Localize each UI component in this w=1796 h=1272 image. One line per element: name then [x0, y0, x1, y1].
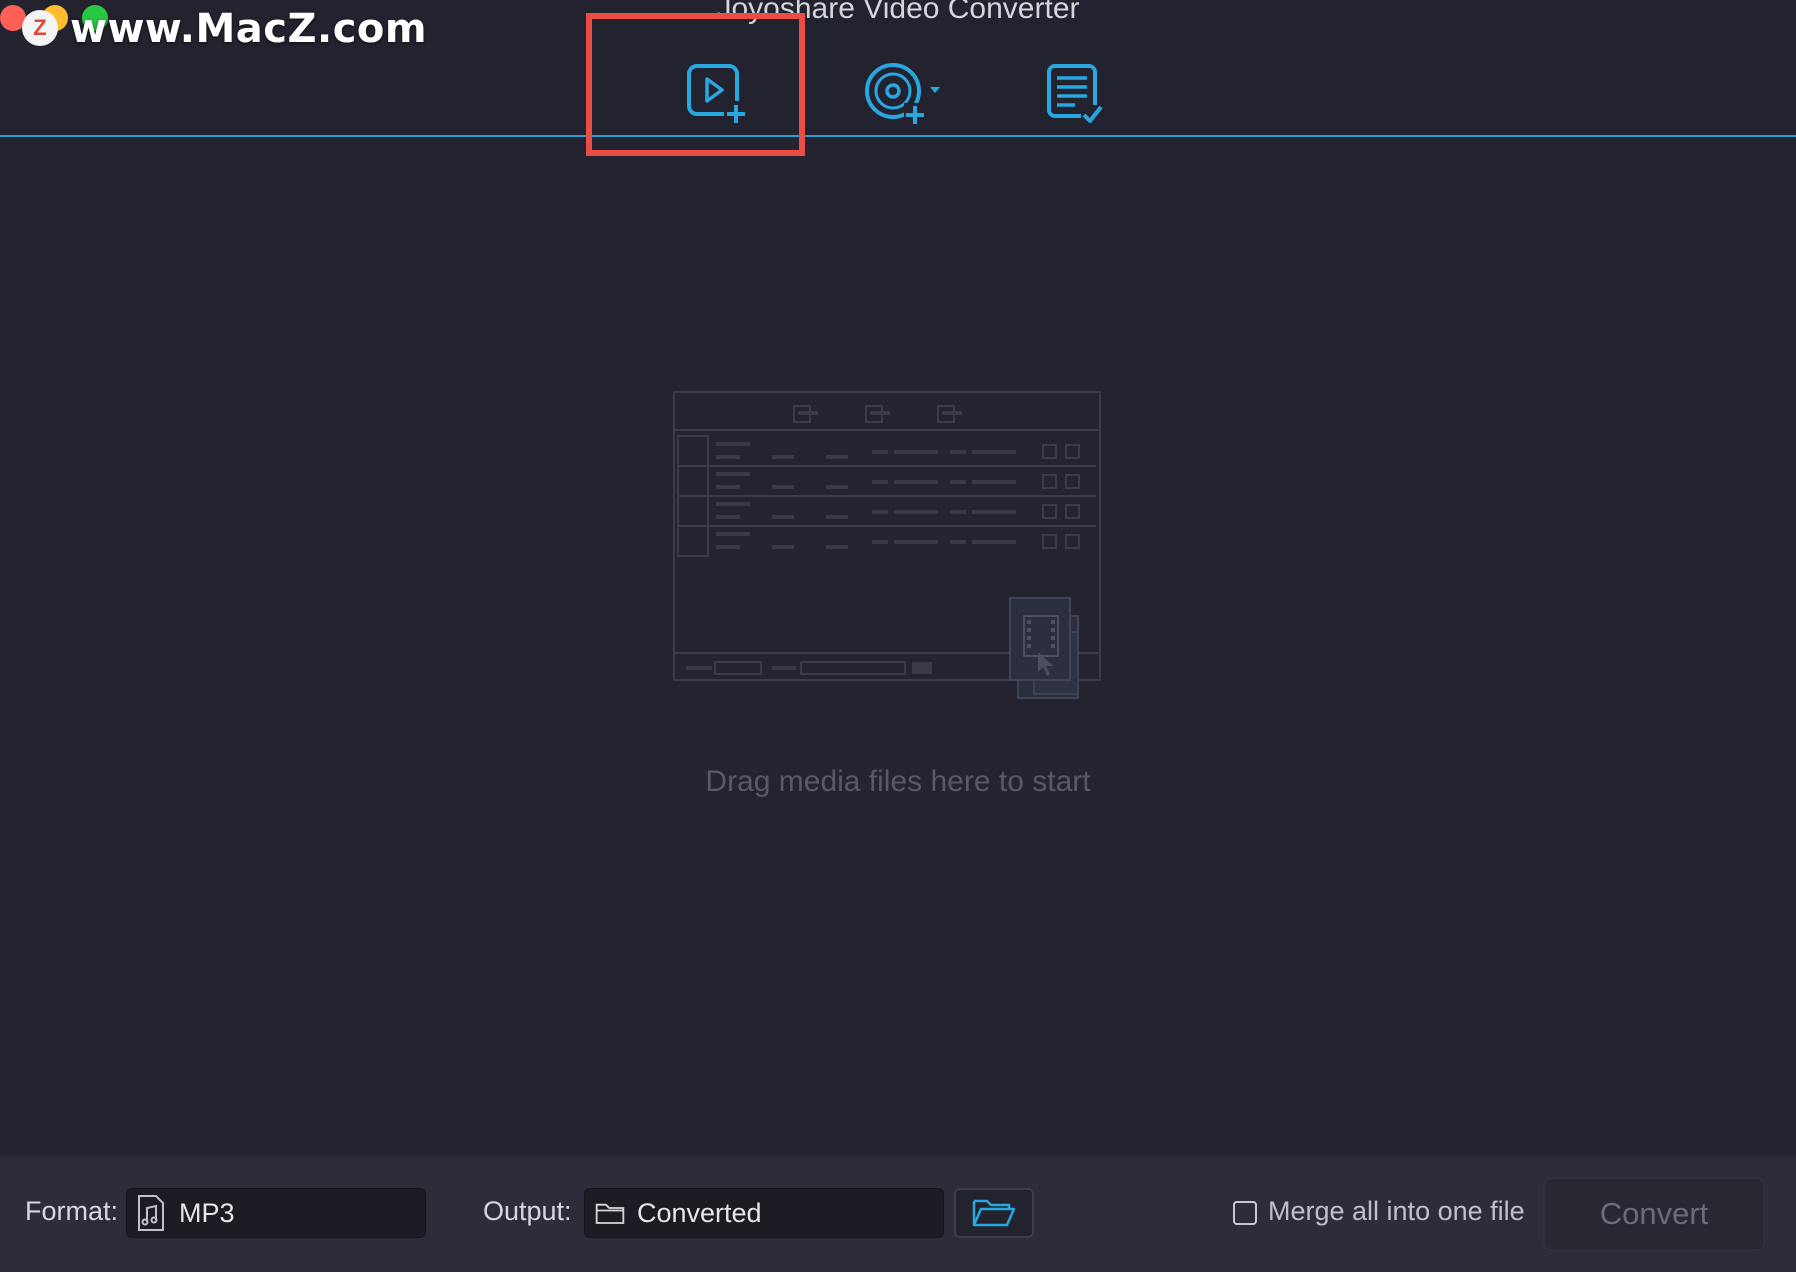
format-value: MP3 — [179, 1197, 235, 1228]
output-folder-field[interactable]: Converted — [584, 1188, 944, 1238]
app-window: Z www.MacZ.com Joyoshare Video Converter — [0, 0, 1796, 1272]
bottom-bar: Format: MP3 Output: Converted Merge all … — [0, 1156, 1796, 1272]
add-files-button[interactable] — [673, 50, 757, 134]
music-file-icon — [137, 1194, 167, 1232]
merge-checkbox[interactable] — [1233, 1201, 1257, 1225]
convert-button[interactable]: Convert — [1543, 1177, 1765, 1251]
window-title: Joyoshare Video Converter — [716, 0, 1080, 25]
format-selector[interactable]: MP3 — [126, 1188, 426, 1238]
history-list-button[interactable] — [1030, 50, 1114, 134]
merge-label[interactable]: Merge all into one file — [1268, 1196, 1525, 1227]
add-video-icon — [687, 64, 748, 125]
output-label: Output: — [483, 1196, 572, 1226]
history-list-icon — [1047, 64, 1103, 125]
drop-hint-text: Drag media files here to start — [705, 765, 1091, 798]
folder-icon — [595, 1194, 625, 1232]
drop-zone-illustration — [673, 391, 1101, 699]
add-dvd-icon — [865, 63, 940, 125]
add-dvd-button[interactable] — [860, 50, 944, 134]
output-value: Converted — [637, 1197, 762, 1228]
browse-output-button[interactable] — [954, 1188, 1034, 1238]
format-label: Format: — [25, 1196, 119, 1226]
title-toolbar: Z www.MacZ.com Joyoshare Video Converter — [0, 0, 1796, 156]
open-folder-icon — [972, 1199, 1016, 1227]
